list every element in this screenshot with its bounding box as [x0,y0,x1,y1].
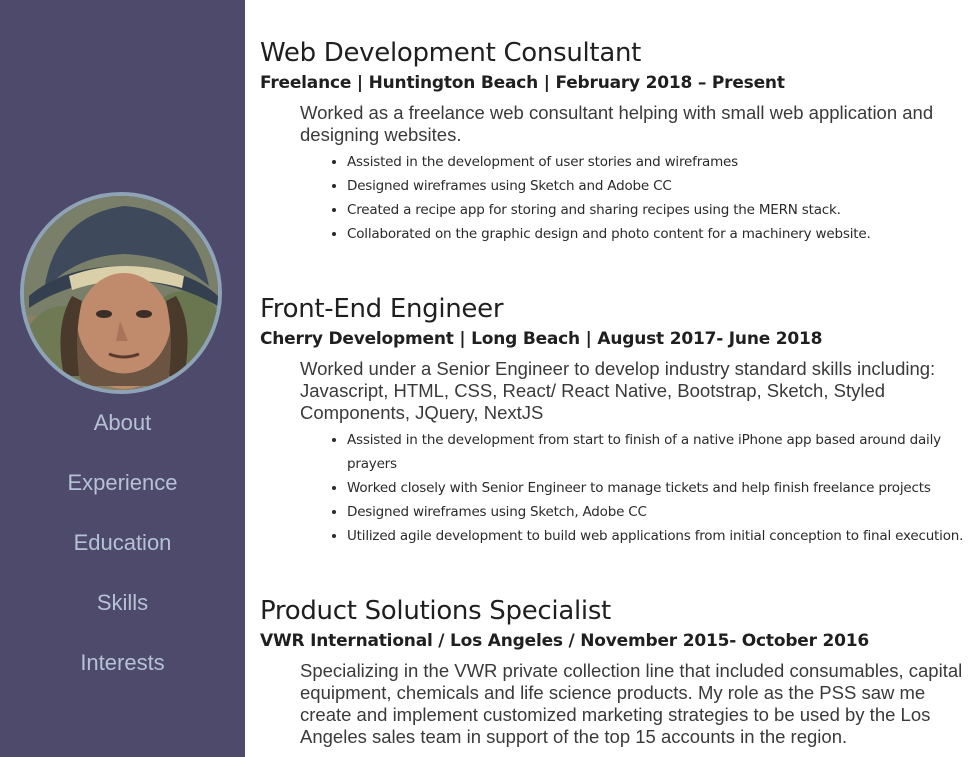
job-title: Front-End Engineer [260,294,504,324]
nav-item-education[interactable]: Education [0,520,245,580]
job-description: Worked under a Senior Engineer to develo… [300,358,936,423]
nav-item-experience[interactable]: Experience [0,460,245,520]
job-entry: Web Development Consultant Freelance | H… [260,36,979,246]
job-bullet: Designed wireframes using Sketch and Ado… [347,174,979,198]
job-title: Product Solutions Specialist [260,596,611,626]
profile-photo-image [24,196,218,390]
job-description: Specializing in the VWR private collecti… [300,660,963,747]
job-bullet: Created a recipe app for storing and sha… [347,198,979,222]
job-bullet: Worked closely with Senior Engineer to m… [347,476,979,500]
job-entry: Front-End Engineer Cherry Development | … [260,292,979,548]
job-bullet: Utilized agile development to build web … [347,524,979,548]
job-meta: Cherry Development | Long Beach | August… [260,329,823,349]
job-bullets: Assisted in the development from start t… [260,428,979,548]
job-bullet: Designed wireframes using Sketch, Adobe … [347,500,979,524]
job-bullets: Assisted in the development of user stor… [260,150,979,246]
sidebar: About Experience Education Skills Intere… [0,0,245,757]
nav-item-skills[interactable]: Skills [0,580,245,640]
job-description: Worked as a freelance web consultant hel… [300,102,934,145]
job-meta: Freelance | Huntington Beach | February … [260,73,785,93]
job-entry: Product Solutions Specialist VWR Interna… [260,594,979,748]
sidebar-nav: About Experience Education Skills Intere… [0,400,245,700]
job-bullet: Assisted in the development from start t… [347,428,979,476]
job-bullet: Assisted in the development of user stor… [347,150,979,174]
job-meta: VWR International / Los Angeles / Novemb… [260,631,870,651]
job-bullet: Collaborated on the graphic design and p… [347,222,979,246]
experience-section: Web Development Consultant Freelance | H… [260,0,979,757]
nav-item-about[interactable]: About [0,400,245,460]
job-title: Web Development Consultant [260,38,642,68]
profile-photo [20,192,222,394]
nav-item-interests[interactable]: Interests [0,640,245,700]
